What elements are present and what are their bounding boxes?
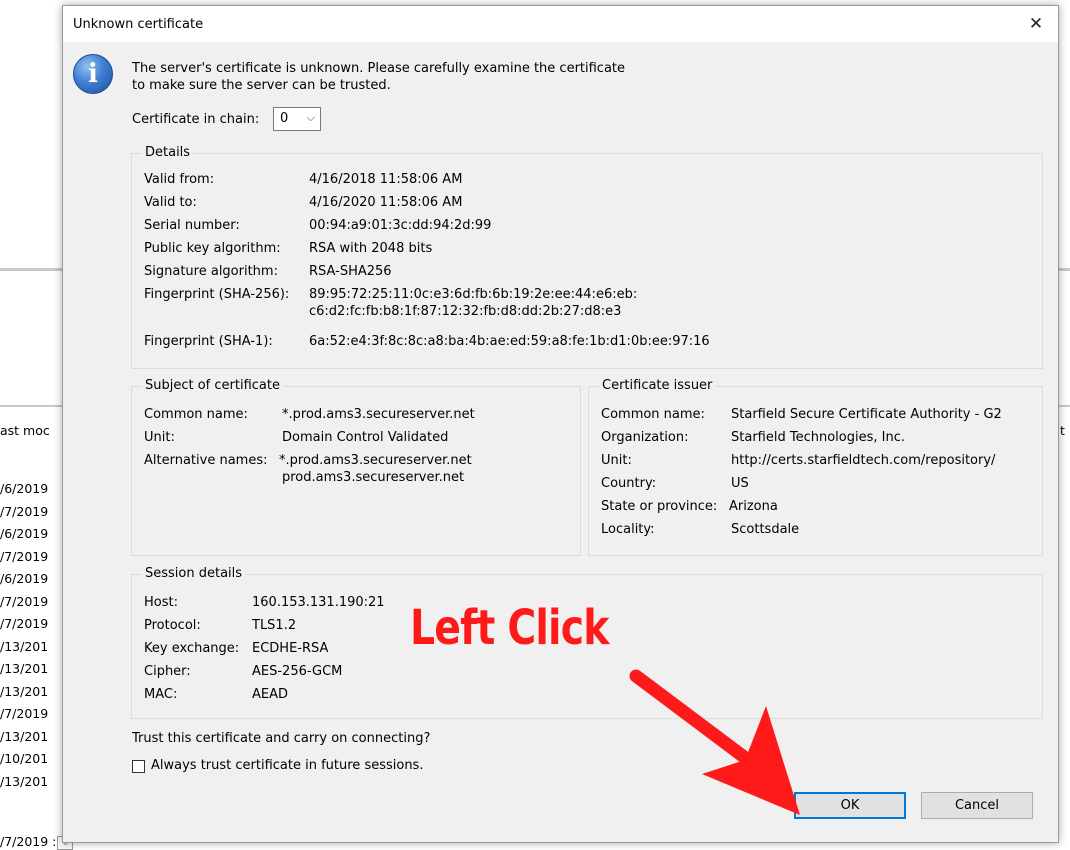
red-arrow-icon bbox=[629, 669, 800, 815]
